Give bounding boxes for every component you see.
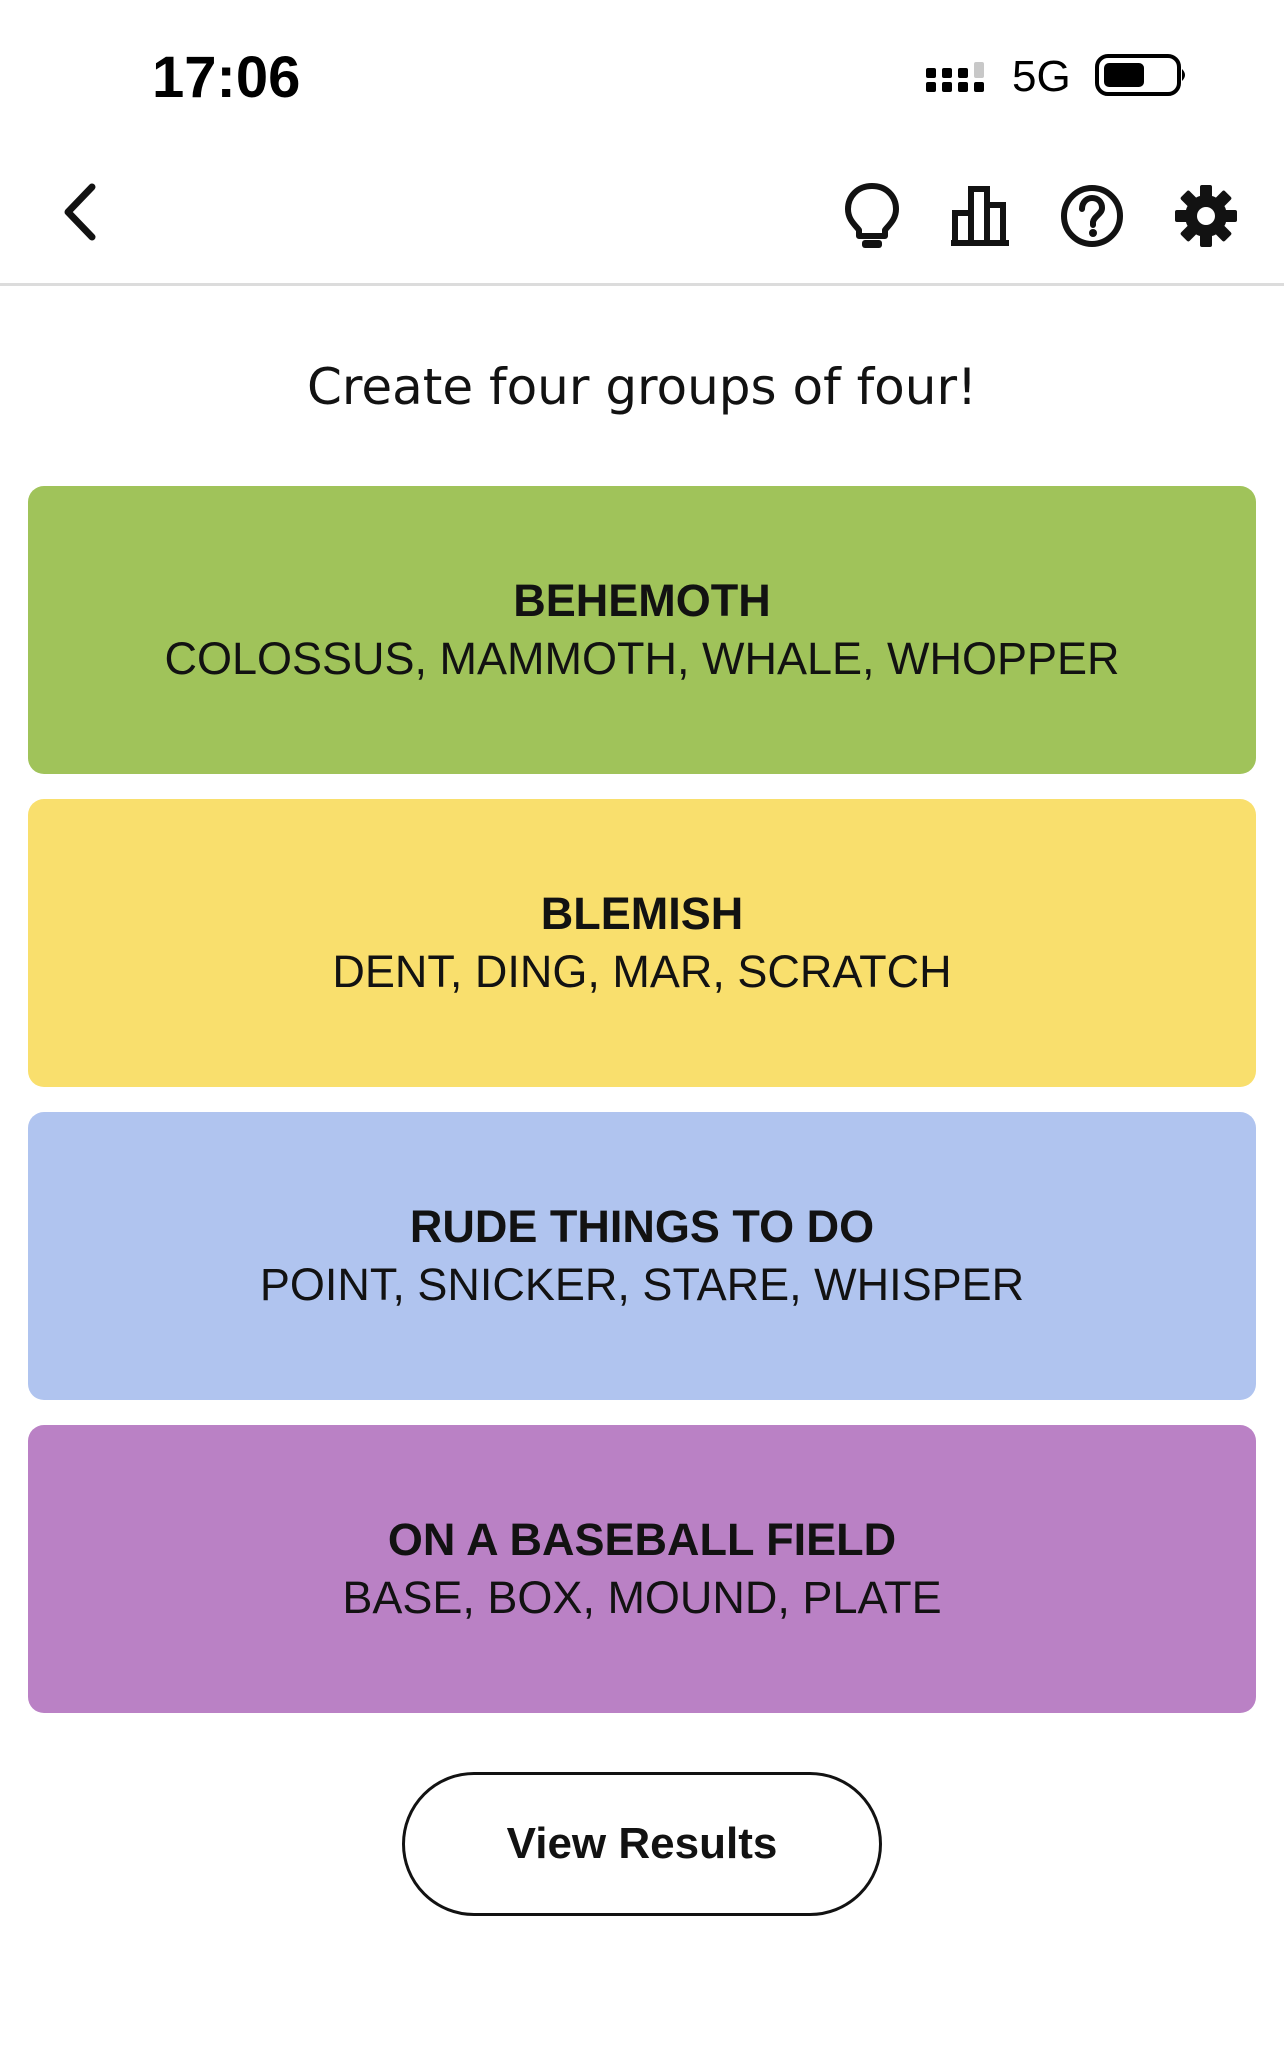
solved-group-card: RUDE THINGS TO DO POINT, SNICKER, STARE,… — [28, 1112, 1256, 1400]
group-title: RUDE THINGS TO DO — [409, 1201, 875, 1252]
help-button[interactable] — [1050, 174, 1134, 258]
back-chevron-icon — [64, 183, 96, 241]
group-title: BLEMISH — [540, 888, 744, 939]
solved-group-card: BLEMISH DENT, DING, MAR, SCRATCH — [28, 799, 1256, 1087]
settings-button[interactable] — [1164, 174, 1248, 258]
hint-button[interactable] — [830, 174, 914, 258]
battery-icon — [1095, 54, 1185, 96]
bar-chart-icon — [951, 186, 1009, 246]
back-button[interactable] — [38, 170, 122, 254]
cellular-signal-icon — [926, 62, 984, 92]
network-type: 5G — [1012, 52, 1071, 101]
group-members: DENT, DING, MAR, SCRATCH — [332, 946, 952, 997]
top-toolbar — [0, 150, 1284, 286]
solved-group-card: BEHEMOTH COLOSSUS, MAMMOTH, WHALE, WHOPP… — [28, 486, 1256, 774]
connections-screen: 17:06 5G Create four groups of four! BEH… — [0, 0, 1284, 2047]
group-members: COLOSSUS, MAMMOTH, WHALE, WHOPPER — [164, 633, 1120, 684]
statistics-button[interactable] — [938, 174, 1022, 258]
status-bar: 17:06 5G — [0, 0, 1284, 150]
gear-icon — [1175, 185, 1237, 247]
question-circle-icon — [1061, 185, 1123, 247]
group-title: ON A BASEBALL FIELD — [387, 1514, 897, 1565]
group-members: BASE, BOX, MOUND, PLATE — [342, 1572, 942, 1623]
group-title: BEHEMOTH — [513, 575, 771, 626]
view-results-button[interactable]: View Results — [402, 1772, 882, 1916]
status-time: 17:06 — [152, 45, 301, 110]
lightbulb-icon — [845, 183, 899, 248]
solved-group-card: ON A BASEBALL FIELD BASE, BOX, MOUND, PL… — [28, 1425, 1256, 1713]
instruction-text: Create four groups of four! — [306, 358, 978, 416]
group-members: POINT, SNICKER, STARE, WHISPER — [259, 1259, 1025, 1310]
